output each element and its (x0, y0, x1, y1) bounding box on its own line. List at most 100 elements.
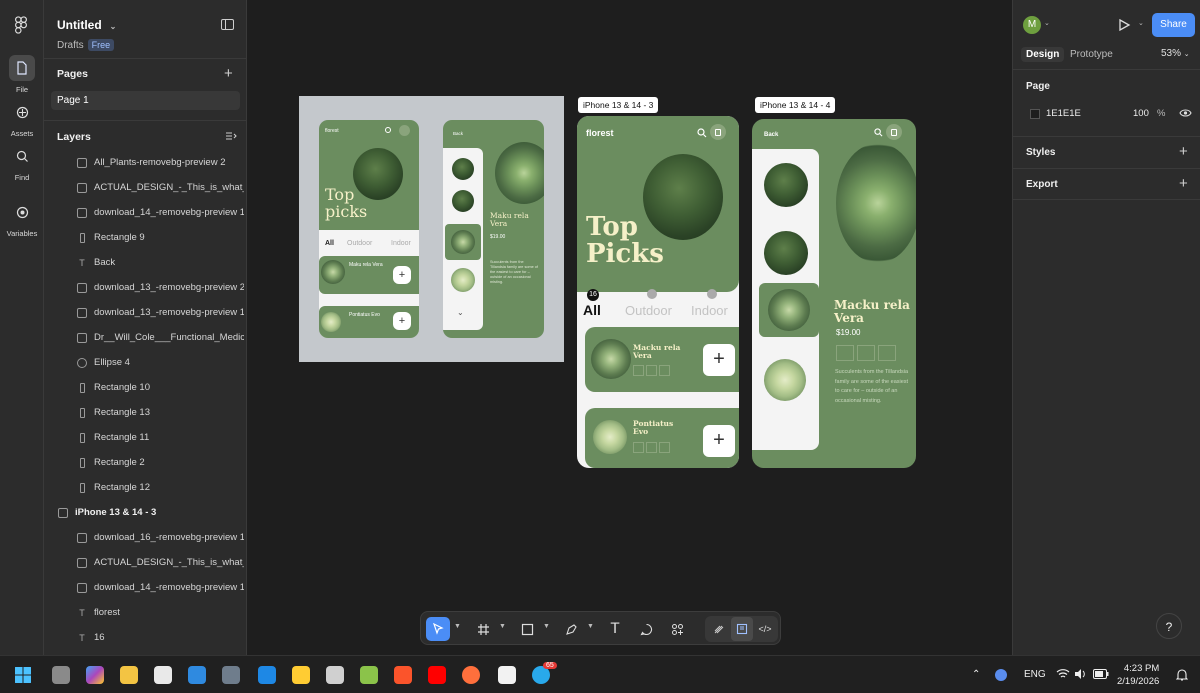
layer-row[interactable]: download_14_-removebg-preview 1 (44, 576, 247, 601)
background-hex-value[interactable]: 1E1E1E (1046, 108, 1081, 119)
tab-prototype[interactable]: Prototype (1065, 47, 1118, 62)
add-page-icon[interactable]: + (224, 66, 233, 81)
reference-mockup-image[interactable]: florest Top picks All Outdoor Indoor Mak… (299, 96, 564, 362)
chevron-down-icon[interactable]: ▼ (454, 623, 461, 630)
share-button[interactable]: Share (1152, 13, 1195, 37)
actions-tool-button[interactable] (665, 617, 689, 641)
background-opacity-value[interactable]: 100 (1133, 108, 1149, 119)
layer-row[interactable]: Dr__Will_Cole___Functional_Medicine_ (44, 326, 247, 351)
figma-logo-icon[interactable] (14, 16, 28, 34)
shape-tool-button[interactable] (515, 617, 539, 641)
product-card-1[interactable]: Macku rela Vera + (585, 327, 739, 392)
help-button[interactable]: ? (1156, 613, 1182, 639)
battery-icon[interactable] (1093, 669, 1109, 679)
app-icon[interactable] (326, 666, 344, 684)
toggle-sidebar-icon[interactable] (221, 19, 234, 30)
zoom-control[interactable]: 53% ⌄ (1161, 48, 1190, 59)
sticky-notes-icon[interactable] (292, 666, 310, 684)
layer-row[interactable]: download_16_-removebg-preview 1 (44, 526, 247, 551)
present-icon[interactable] (1117, 18, 1131, 32)
eye-icon[interactable] (1179, 108, 1192, 118)
pen-tool-button[interactable] (559, 617, 583, 641)
rail-file[interactable]: File (0, 55, 44, 94)
layer-row[interactable]: T Back (44, 251, 247, 276)
frame-iphone-3[interactable]: florest Top Picks 16 All Outdoor Indoor … (577, 116, 739, 468)
add-style-icon[interactable]: + (1179, 144, 1188, 159)
chevron-down-icon[interactable]: ▼ (499, 623, 506, 630)
layer-row[interactable]: Rectangle 2 (44, 451, 247, 476)
chevron-down-icon[interactable]: ▼ (587, 623, 594, 630)
dev-mode-icon[interactable]: </> (754, 617, 776, 641)
frame-label-iphone-4[interactable]: iPhone 13 & 14 - 4 (755, 97, 836, 113)
layer-row[interactable]: Rectangle 9 (44, 226, 247, 251)
layer-row[interactable]: Rectangle 13 (44, 401, 247, 426)
file-explorer-icon[interactable] (120, 666, 138, 684)
thumbnail-shrub[interactable] (764, 163, 808, 207)
layer-row[interactable]: Rectangle 12 (44, 476, 247, 501)
tab-all[interactable]: All (583, 302, 601, 318)
layer-row[interactable]: Ellipse 4 (44, 351, 247, 376)
layer-row[interactable]: Rectangle 11 (44, 426, 247, 451)
app-icon[interactable] (258, 666, 276, 684)
layer-row[interactable]: Tflorest (44, 601, 247, 626)
collapse-layers-icon[interactable] (225, 131, 237, 141)
move-tool-button[interactable] (426, 617, 450, 641)
app-icon[interactable] (462, 666, 480, 684)
file-title[interactable]: Untitled ⌄ (57, 18, 116, 32)
chevron-down-icon[interactable]: ▼ (543, 623, 550, 630)
app-icon[interactable] (360, 666, 378, 684)
color-swatch[interactable] (1030, 109, 1040, 119)
layer-row[interactable]: All_Plants-removebg-preview 2 (44, 151, 247, 176)
chevron-down-icon[interactable]: ⌄ (1138, 19, 1144, 27)
tab-indoor[interactable]: Indoor (691, 303, 728, 318)
notion-icon[interactable] (498, 666, 516, 684)
add-to-cart-button[interactable]: + (703, 344, 735, 376)
layer-row[interactable]: ACTUAL_DESIGN_-_This_is_what_we (44, 551, 247, 576)
volume-icon[interactable] (1074, 668, 1088, 680)
tab-design[interactable]: Design (1021, 47, 1065, 62)
chevron-up-icon[interactable]: ⌃ (972, 669, 980, 680)
layer-row[interactable]: iPhone 13 & 14 - 3 (44, 501, 247, 526)
page-background-row[interactable]: 1E1E1E 100 % (1026, 104, 1192, 124)
task-view-icon[interactable] (52, 666, 70, 684)
system-clock[interactable]: 4:23 PM 2/19/2026 (1117, 662, 1159, 688)
youtube-icon[interactable] (428, 666, 446, 684)
store-icon[interactable] (154, 666, 172, 684)
wifi-icon[interactable] (1056, 668, 1070, 680)
tab-outdoor[interactable]: Outdoor (625, 303, 672, 318)
frame-label-iphone-3[interactable]: iPhone 13 & 14 - 3 (578, 97, 659, 113)
layer-row[interactable]: T 16 (44, 626, 247, 651)
copilot-icon[interactable] (86, 666, 104, 684)
layer-row[interactable]: download_13_-removebg-preview 1 (44, 301, 247, 326)
chevron-down-icon[interactable]: ⌄ (1044, 19, 1050, 27)
layer-row[interactable]: Rectangle 10 (44, 376, 247, 401)
canvas[interactable]: florest Top picks All Outdoor Indoor Mak… (247, 0, 1012, 655)
thumbnail-selected[interactable] (759, 283, 819, 337)
brave-icon[interactable] (394, 666, 412, 684)
page-item[interactable]: Page 1 (51, 91, 240, 110)
app-icon[interactable] (222, 666, 240, 684)
comment-tool-button[interactable] (634, 617, 658, 641)
layer-row[interactable]: download_13_-removebg-preview 2 (44, 276, 247, 301)
text-tool-icon[interactable]: T (603, 617, 627, 641)
thumbnail-shrub[interactable] (764, 231, 808, 275)
rail-find[interactable]: Find (0, 143, 44, 182)
add-export-icon[interactable]: + (1179, 176, 1188, 191)
notifications-bell-icon[interactable] (1176, 668, 1188, 681)
thumbnail-pale-succulent[interactable] (764, 359, 806, 401)
language-indicator[interactable]: ENG (1024, 669, 1046, 680)
add-to-cart-button[interactable]: + (703, 425, 735, 457)
vscode-icon[interactable] (188, 666, 206, 684)
back-label[interactable]: Back (764, 132, 778, 138)
tray-app-icon[interactable] (995, 669, 1007, 681)
frame-tool-button[interactable] (471, 617, 495, 641)
rail-assets[interactable]: Assets (0, 99, 44, 138)
draw-mode-icon[interactable] (708, 617, 730, 641)
drafts-location[interactable]: Drafts Free (57, 39, 115, 51)
windows-start-icon[interactable] (14, 666, 32, 684)
rail-variables[interactable]: Variables (0, 199, 44, 238)
layer-row[interactable]: download_14_-removebg-preview 1 (44, 201, 247, 226)
layer-row[interactable]: ACTUAL_DESIGN_-_This_is_what_we (44, 176, 247, 201)
design-mode-icon[interactable] (731, 617, 753, 641)
product-card-2[interactable]: Pontiatus Evo + (585, 408, 739, 468)
